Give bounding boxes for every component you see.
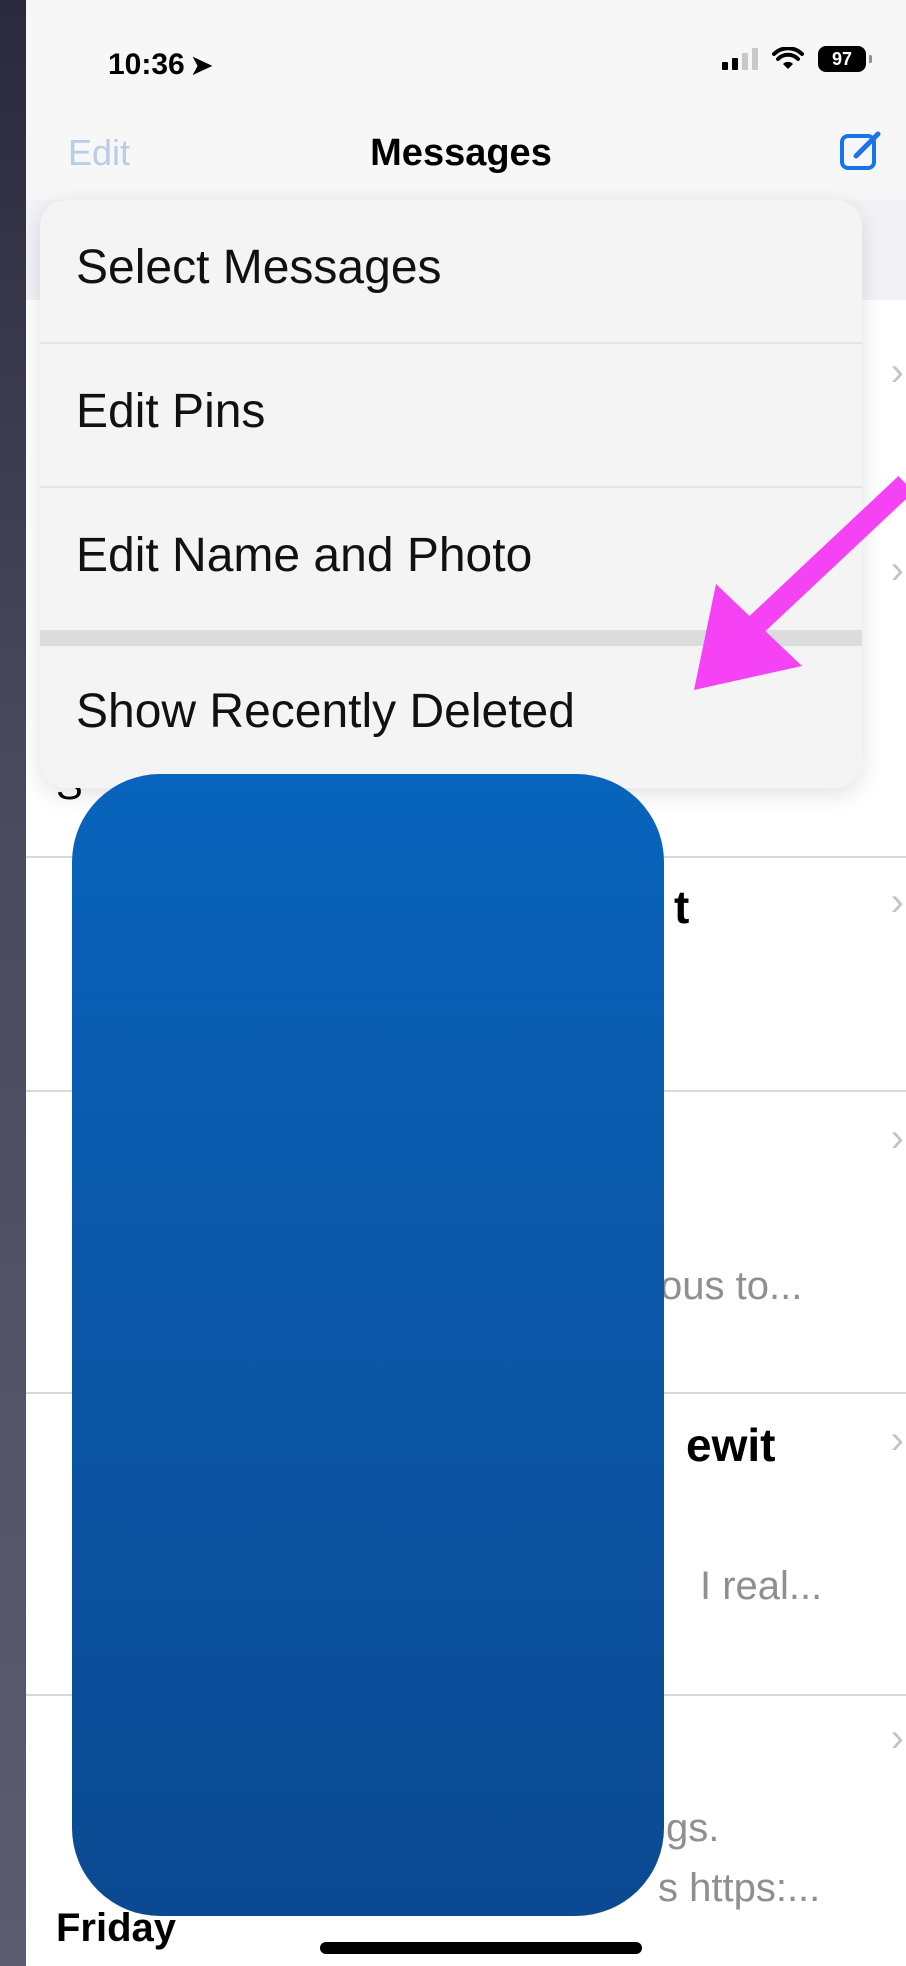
chevron-right-icon: › (890, 1418, 904, 1462)
battery-icon: 97 (818, 46, 872, 72)
annotation-arrow-icon (694, 475, 906, 690)
status-indicators: 97 (722, 46, 872, 72)
cellular-signal-icon (722, 48, 758, 70)
redaction-block (72, 774, 664, 1916)
compose-icon[interactable] (838, 128, 884, 174)
page-title: Messages (370, 132, 552, 174)
navigation-bar: Edit Messages (26, 128, 906, 188)
chevron-right-icon: › (890, 1716, 904, 1760)
message-preview: gs. (666, 1806, 720, 1850)
chevron-right-icon: › (890, 1116, 904, 1160)
select-messages-menu-item[interactable]: Select Messages (40, 200, 862, 342)
message-preview: I real... (700, 1564, 823, 1608)
conversation-title: t (674, 881, 690, 933)
wifi-icon (772, 47, 804, 71)
location-arrow-icon: ➤ (190, 50, 213, 80)
home-indicator (320, 1942, 642, 1954)
edit-pins-menu-item[interactable]: Edit Pins (40, 344, 862, 486)
chevron-right-icon: › (890, 350, 904, 394)
chevron-right-icon: › (890, 880, 904, 924)
message-preview: s https:... (658, 1866, 821, 1910)
status-time: 10:36 ➤ (108, 48, 213, 81)
message-preview: ous to... (660, 1264, 803, 1308)
conversation-title: ewit (686, 1419, 776, 1471)
